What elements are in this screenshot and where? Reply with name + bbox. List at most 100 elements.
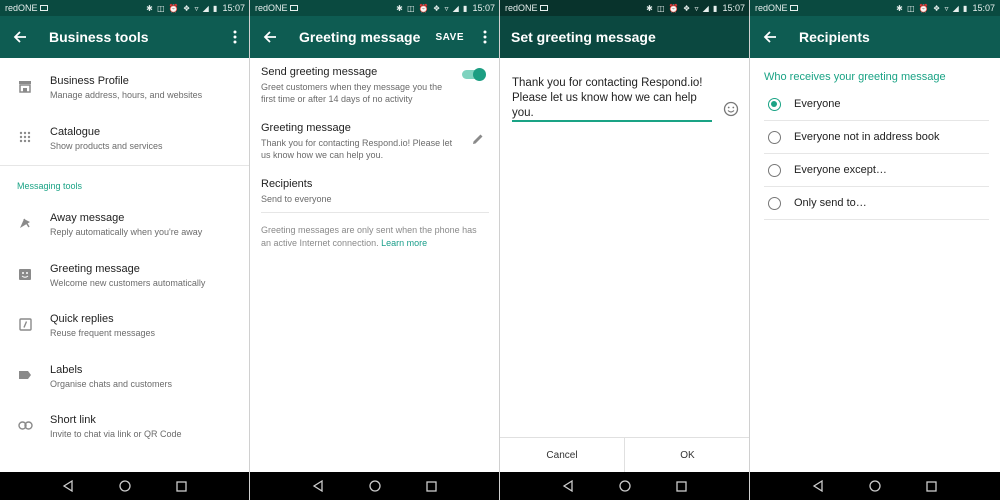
greeting-message-setting[interactable]: Greeting message Thank you for contactin…: [261, 122, 461, 161]
greeting-text-input[interactable]: Thank you for contacting Respond.io! Ple…: [512, 76, 717, 121]
business-tools-screen: redONE ✱ ◫ ⏰ ❖ ▿ ◢ ▮ 15:07 Business tool…: [0, 0, 250, 500]
nav-recents-icon[interactable]: [925, 479, 939, 493]
item-subtitle: Reuse frequent messages: [50, 328, 156, 338]
quick-replies-item[interactable]: Quick replies Reuse frequent messages: [0, 308, 249, 358]
greeting-message-item[interactable]: Greeting message Welcome new customers a…: [0, 258, 249, 308]
cancel-button[interactable]: Cancel: [500, 438, 625, 472]
more-options-icon[interactable]: [228, 28, 242, 46]
carrier-name: redONE: [505, 3, 538, 13]
nav-back-icon[interactable]: [811, 479, 825, 493]
status-icons: ✱ ◫ ⏰ ❖ ▿ ◢ ▮: [146, 3, 219, 13]
status-bar: redONE ✱ ◫ ⏰ ❖ ▿ ◢ ▮ 15:07: [0, 0, 249, 16]
send-greeting-setting[interactable]: Send greeting message Greet customers wh…: [261, 66, 451, 105]
recipient-option[interactable]: Only send to…: [750, 187, 1000, 220]
nav-recents-icon[interactable]: [175, 479, 189, 493]
back-arrow-icon[interactable]: [261, 28, 279, 46]
away-icon: [17, 215, 33, 231]
item-subtitle: Show products and services: [50, 141, 163, 151]
item-title: Greeting message: [50, 263, 140, 275]
nav-back-icon[interactable]: [61, 479, 75, 493]
greeting-message-screen: redONE ✱ ◫ ⏰ ❖ ▿ ◢ ▮ 15:07 Greeting mess…: [250, 0, 500, 500]
connection-note: Greeting messages are only sent when the…: [261, 224, 486, 250]
back-arrow-icon[interactable]: [11, 28, 29, 46]
recipients-setting[interactable]: Recipients Send to everyone: [261, 178, 486, 205]
send-greeting-toggle[interactable]: [462, 68, 486, 81]
more-options-icon[interactable]: [478, 28, 492, 46]
store-icon: [17, 78, 33, 94]
status-icons: ✱ ◫ ⏰ ❖ ▿ ◢ ▮: [646, 3, 719, 13]
status-bar: redONE ✱ ◫ ⏰ ❖ ▿ ◢ ▮ 15:07: [750, 0, 1000, 16]
short-link-item[interactable]: Short link Invite to chat via link or QR…: [0, 409, 249, 459]
app-bar: Greeting message SAVE: [250, 16, 499, 58]
item-title: Labels: [50, 364, 83, 376]
setting-subtitle: Greet customers when they message you th…: [261, 82, 443, 104]
clock: 15:07: [722, 3, 745, 13]
item-title: Catalogue: [50, 126, 101, 138]
app-bar: Business tools: [0, 16, 249, 58]
section-divider: [0, 165, 249, 166]
input-underline: [512, 120, 712, 122]
away-message-item[interactable]: Away message Reply automatically when yo…: [0, 207, 249, 257]
page-title: Set greeting message: [511, 29, 656, 45]
radio-button[interactable]: [768, 197, 781, 210]
ok-button[interactable]: OK: [625, 438, 749, 472]
clock: 15:07: [472, 3, 495, 13]
page-title: Business tools: [49, 29, 149, 45]
nav-home-icon[interactable]: [618, 479, 632, 493]
item-title: Short link: [50, 414, 96, 426]
item-subtitle: Manage address, hours, and websites: [50, 90, 203, 100]
option-label: Everyone except…: [794, 164, 887, 176]
setting-title: Send greeting message: [261, 66, 378, 78]
radio-button[interactable]: [768, 98, 781, 111]
recipient-option[interactable]: Everyone: [750, 88, 1000, 121]
recipients-question-label: Who receives your greeting message: [764, 71, 946, 83]
option-label: Everyone: [794, 98, 841, 110]
setting-title: Greeting message: [261, 122, 351, 134]
labels-item[interactable]: Labels Organise chats and customers: [0, 359, 249, 409]
nav-back-icon[interactable]: [561, 479, 575, 493]
catalogue-item[interactable]: Catalogue Show products and services: [0, 121, 249, 171]
item-title: Business Profile: [50, 75, 129, 87]
option-label: Only send to…: [794, 197, 867, 209]
system-nav-bar: [500, 472, 749, 500]
radio-button[interactable]: [768, 131, 781, 144]
app-bar: Set greeting message: [500, 16, 749, 58]
item-title: Quick replies: [50, 313, 114, 325]
screen-cast-icon: [789, 5, 798, 11]
item-subtitle: Reply automatically when you're away: [50, 227, 203, 237]
greeting-icon: [17, 266, 33, 282]
page-title: Greeting message: [299, 29, 421, 45]
quick-reply-icon: [17, 316, 33, 332]
status-bar: redONE ✱ ◫ ⏰ ❖ ▿ ◢ ▮ 15:07: [500, 0, 749, 16]
edit-pencil-icon[interactable]: [471, 132, 485, 146]
system-nav-bar: [0, 472, 249, 500]
divider: [261, 212, 489, 213]
recipient-option[interactable]: Everyone except…: [750, 154, 1000, 187]
learn-more-link[interactable]: Learn more: [381, 238, 427, 248]
screen-cast-icon: [539, 5, 548, 11]
setting-subtitle: Thank you for contacting Respond.io! Ple…: [261, 138, 453, 160]
recipients-screen: redONE ✱ ◫ ⏰ ❖ ▿ ◢ ▮ 15:07 Recipients Wh…: [750, 0, 1000, 500]
page-title: Recipients: [799, 29, 870, 45]
business-profile-item[interactable]: Business Profile Manage address, hours, …: [0, 70, 249, 120]
nav-home-icon[interactable]: [118, 479, 132, 493]
carrier-name: redONE: [255, 3, 288, 13]
emoji-icon[interactable]: [723, 101, 739, 117]
screen-cast-icon: [289, 5, 298, 11]
note-text: Greeting messages are only sent when the…: [261, 225, 477, 248]
label-icon: [17, 367, 33, 383]
radio-button[interactable]: [768, 164, 781, 177]
nav-home-icon[interactable]: [368, 479, 382, 493]
save-button[interactable]: SAVE: [436, 32, 465, 43]
nav-back-icon[interactable]: [311, 479, 325, 493]
nav-recents-icon[interactable]: [675, 479, 689, 493]
recipient-option[interactable]: Everyone not in address book: [750, 121, 1000, 154]
clock: 15:07: [222, 3, 245, 13]
set-greeting-screen: redONE ✱ ◫ ⏰ ❖ ▿ ◢ ▮ 15:07 Set greeting …: [500, 0, 750, 500]
setting-subtitle: Send to everyone: [261, 194, 332, 204]
nav-home-icon[interactable]: [868, 479, 882, 493]
messaging-tools-label: Messaging tools: [17, 181, 83, 191]
back-arrow-icon[interactable]: [761, 28, 779, 46]
app-bar: Recipients: [750, 16, 1000, 58]
nav-recents-icon[interactable]: [425, 479, 439, 493]
